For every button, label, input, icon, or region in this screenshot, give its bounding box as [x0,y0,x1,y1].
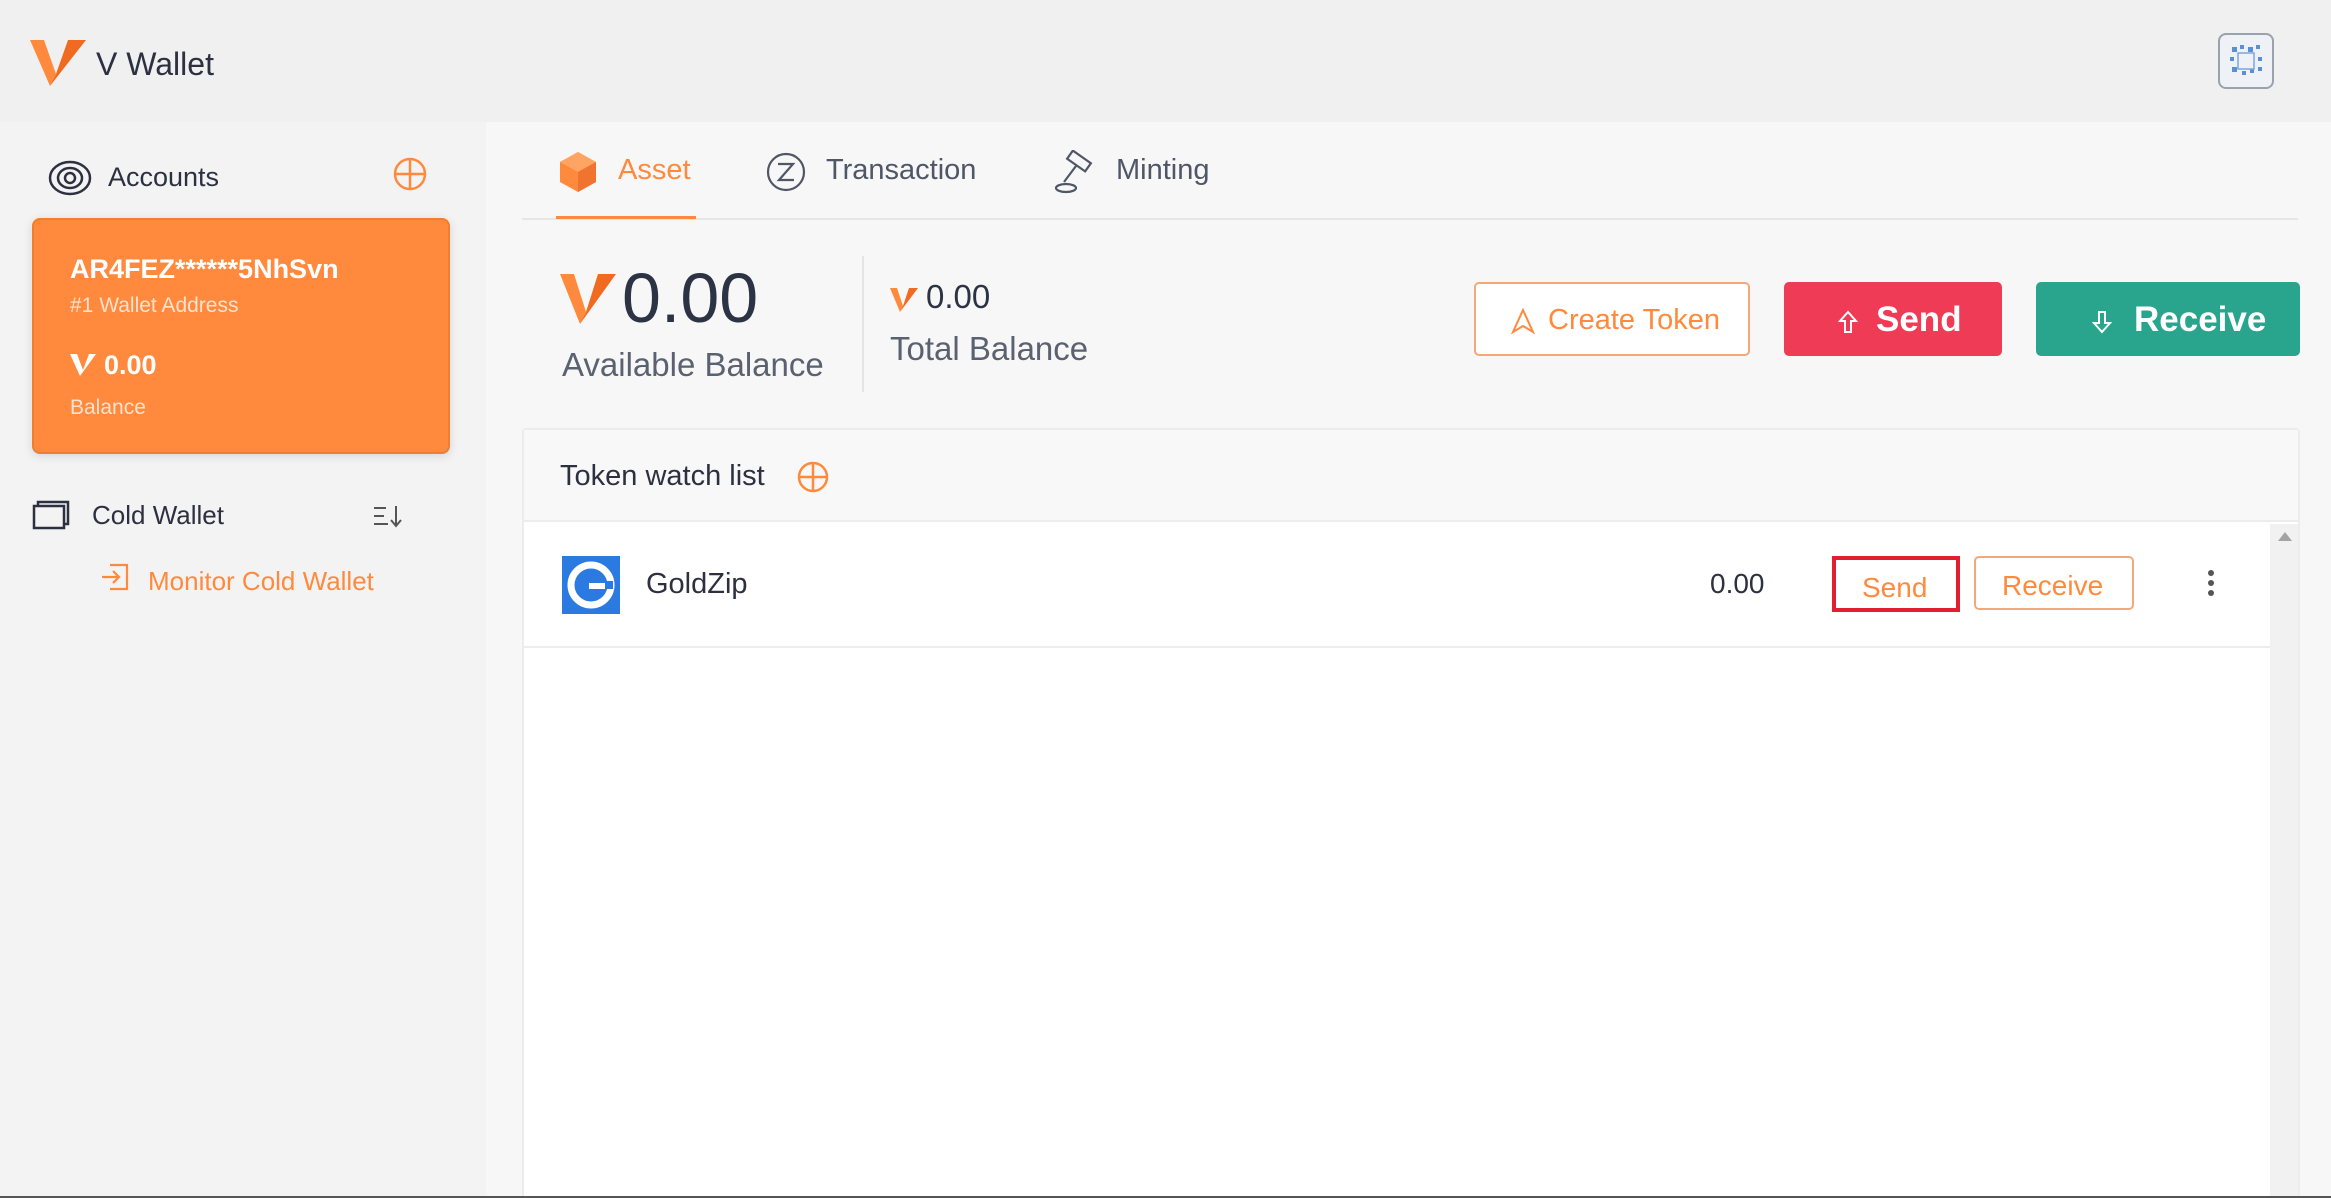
scroll-up-arrow-icon[interactable] [2278,532,2292,541]
arrow-up-icon [1838,310,1858,333]
tabs-divider [522,218,2298,220]
create-token-button[interactable]: Create Token [1474,282,1750,356]
token-amount: 0.00 [1710,568,1765,599]
v-coin-icon [70,354,96,376]
token-send-button[interactable]: Send [1832,556,1960,612]
top-header: V Wallet [0,0,2331,122]
v-wallet-logo [30,40,86,86]
account-address: AR4FEZ******5NhSvn [70,254,339,284]
accounts-title: Accounts [108,162,220,192]
watch-list-header: Token watch list [524,430,2298,522]
hammer-icon [1054,150,1093,194]
goldzip-logo-icon [562,556,620,614]
arrow-down-icon [2092,311,2112,334]
tab-asset-label: Asset [618,154,691,186]
app-title: V Wallet [96,46,214,82]
available-balance-value: 0.00 [622,259,759,337]
total-balance-label: Total Balance [890,330,1089,367]
balance-divider [862,256,864,392]
available-balance-label: Available Balance [562,346,824,383]
account-balance-label: Balance [70,396,146,419]
sign-in-icon [102,563,129,591]
token-receive-label: Receive [2002,570,2104,601]
receive-label: Receive [2134,300,2267,339]
token-name: GoldZip [646,568,748,600]
create-token-label: Create Token [1548,304,1720,336]
v-coin-small-icon [890,288,918,312]
accounts-icon [48,160,92,196]
qr-code-icon[interactable] [2218,33,2274,89]
account-card[interactable]: AR4FEZ******5NhSvn #1 Wallet Address 0.0… [32,218,450,454]
token-receive-button[interactable]: Receive [1974,556,2134,610]
scrollbar[interactable] [2270,524,2298,1198]
add-account-icon[interactable] [392,156,428,192]
more-vertical-icon[interactable] [2204,564,2218,602]
account-address-label: #1 Wallet Address [70,294,239,317]
sort-icon[interactable] [372,502,406,530]
total-balance-value: 0.00 [926,278,991,315]
token-send-label: Send [1862,572,1928,603]
token-watch-list-panel: Token watch list GoldZip 0.00 Send Recei… [522,428,2300,1198]
cube-icon [560,152,596,192]
v-coin-logo [560,274,616,324]
tab-transaction-label: Transaction [826,154,977,186]
send-label: Send [1876,300,1962,339]
cold-wallet-icon [32,500,70,530]
navigation-arrow-icon [1510,308,1536,334]
send-button[interactable]: Send [1784,282,2002,356]
cold-wallet-title: Cold Wallet [92,500,224,530]
add-token-icon[interactable] [796,460,830,494]
table-row: GoldZip 0.00 Send Receive [524,524,2270,648]
watch-list-title: Token watch list [560,460,765,492]
tab-minting-label: Minting [1116,154,1210,186]
receive-button[interactable]: Receive [2036,282,2300,356]
account-balance: 0.00 [104,350,157,380]
active-tab-indicator [556,216,696,219]
monitor-cold-wallet-label: Monitor Cold Wallet [148,566,374,596]
transaction-icon [766,152,806,192]
